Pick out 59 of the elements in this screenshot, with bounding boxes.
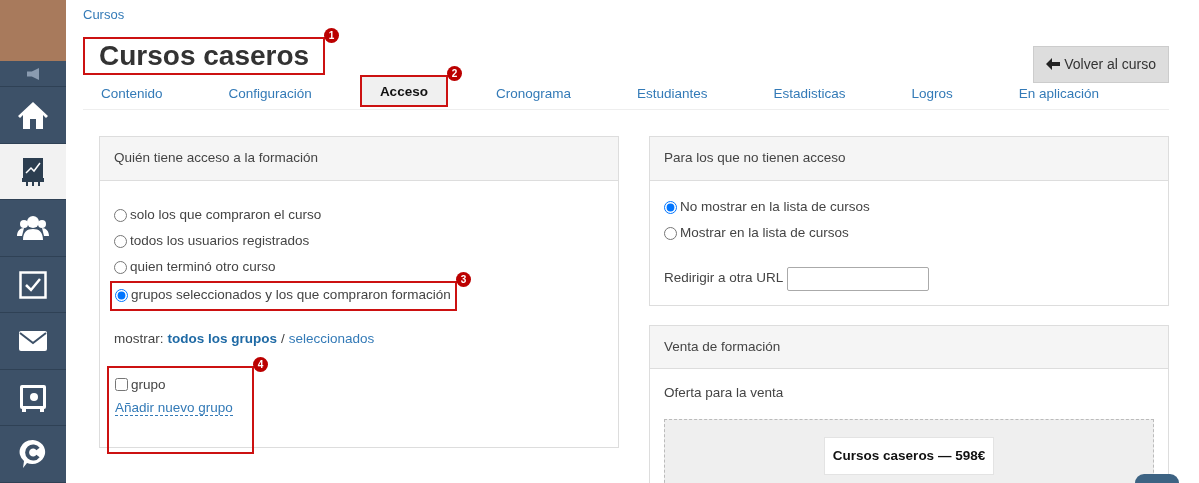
mail-icon	[19, 331, 47, 352]
arrow-left-icon	[1046, 58, 1061, 71]
tab[interactable]: Estudiantes	[618, 79, 726, 110]
radio-button[interactable]	[115, 289, 128, 302]
safe-icon	[19, 383, 47, 412]
offer-label: Oferta para la venta	[664, 383, 785, 402]
separator-text: /	[281, 329, 285, 348]
radio-option[interactable]: Mostrar en la lista de cursos	[664, 220, 849, 247]
tab[interactable]: Contenido	[83, 79, 181, 110]
speaker-icon	[27, 67, 39, 80]
tab[interactable]: Logros	[893, 79, 971, 110]
filter-link[interactable]: todos los grupos	[167, 328, 277, 349]
home-icon	[17, 100, 49, 131]
radio-label: grupos seleccionados y los que compraron formación	[131, 286, 451, 305]
users-icon	[17, 215, 49, 242]
radio-label: No mostrar en la lista de cursos	[680, 198, 870, 217]
checkbox-icon	[19, 270, 47, 299]
radio-option[interactable]: todos los usuarios registrados	[114, 228, 310, 255]
card-title: Venta de formación	[650, 325, 1168, 369]
annotation-number: 3	[456, 271, 471, 287]
checkbox-label: grupo	[131, 375, 166, 394]
radio-button[interactable]	[114, 235, 127, 248]
radio-label: quien terminó otro curso	[130, 258, 276, 277]
back-button[interactable]: Volver al curso	[1033, 46, 1169, 84]
radio-button[interactable]	[114, 261, 127, 274]
page-title: Cursos caseros	[98, 39, 311, 74]
field-label: Redirigir a otra URL	[664, 269, 784, 288]
radio-button[interactable]	[664, 201, 677, 214]
sidebar-item[interactable]	[0, 143, 66, 201]
tab[interactable]: Cronograma	[477, 79, 589, 110]
checkbox[interactable]	[115, 378, 128, 392]
breadcrumb-link[interactable]: Cursos	[83, 0, 125, 25]
radio-label: solo los que compraron el curso	[130, 206, 322, 225]
photo-placeholder	[0, 0, 66, 62]
radio-label: Mostrar en la lista de cursos	[680, 224, 849, 243]
chat-button[interactable]	[1135, 474, 1179, 483]
url-input-field[interactable]	[787, 266, 930, 291]
radio-button[interactable]	[664, 227, 677, 240]
radio-option[interactable]: solo los que compraron el curso	[114, 202, 322, 229]
checkbox-option[interactable]: grupo	[115, 371, 166, 398]
chart-board-icon	[22, 156, 44, 187]
radio-option[interactable]: No mostrar en la lista de cursos	[664, 194, 870, 221]
card-title: Para los que no tienen acceso	[650, 137, 1168, 181]
tab[interactable]: Estadisticas	[755, 79, 864, 110]
annotation-number: 1	[324, 28, 340, 44]
radio-label: todos los usuarios registrados	[130, 232, 310, 251]
radio-button[interactable]	[114, 209, 127, 222]
tab[interactable]: Configuración	[210, 79, 330, 110]
offer-tag: Cursos caseros — 598€	[823, 436, 995, 476]
show-label: mostrar:	[114, 329, 164, 348]
radio-option[interactable]: quien terminó otro curso	[114, 254, 276, 281]
annotation-number: 2	[446, 66, 462, 82]
card-title: Quién tiene acceso a la formación	[100, 137, 618, 181]
tab[interactable]: Acceso	[361, 77, 446, 106]
chat-logo-icon	[19, 439, 47, 470]
add-group-link[interactable]: Añadir nuevo grupo	[115, 399, 233, 416]
filter-link[interactable]: seleccionados	[288, 328, 375, 349]
annotation-number: 4	[253, 356, 268, 372]
radio-option[interactable]: grupos seleccionados y los que compraron formación	[115, 282, 451, 309]
